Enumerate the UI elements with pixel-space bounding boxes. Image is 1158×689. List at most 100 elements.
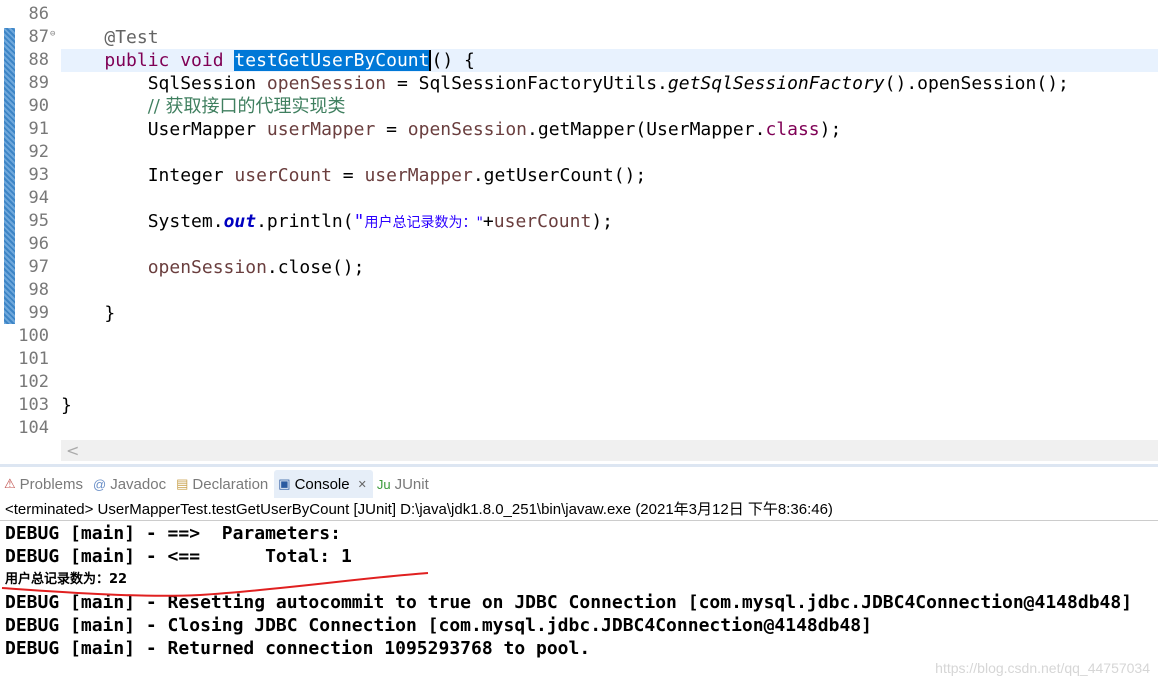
- console-header: <terminated> UserMapperTest.testGetUserB…: [5, 501, 833, 518]
- panel-divider[interactable]: [0, 464, 1158, 467]
- console-line: DEBUG [main] - <== Total: 1: [5, 546, 352, 567]
- code-line[interactable]: [61, 348, 1158, 371]
- code-token: userCount: [234, 165, 332, 186]
- code-line[interactable]: [61, 141, 1158, 164]
- tab-label: Problems: [19, 475, 84, 493]
- code-token: = SqlSessionFactoryUtils.: [386, 73, 668, 94]
- code-line[interactable]: // 获取接口的代理实现类: [61, 95, 1158, 118]
- code-token: +: [482, 211, 494, 232]
- line-number: 86: [28, 4, 49, 24]
- code-token: // 获取接口的代理实现类: [147, 96, 346, 117]
- red-underline-annotation: [1, 572, 429, 597]
- console-line: DEBUG [main] - Returned connection 10952…: [5, 638, 591, 659]
- tab-declaration[interactable]: ▤ Declaration: [172, 470, 274, 498]
- code-line[interactable]: [61, 187, 1158, 210]
- code-token: userMapper: [266, 119, 376, 140]
- tab-label: Declaration: [192, 475, 269, 493]
- code-line[interactable]: openSession.close();: [61, 256, 1158, 279]
- code-line[interactable]: UserMapper userMapper = openSession.getM…: [61, 118, 1158, 141]
- code-line[interactable]: [61, 417, 1158, 440]
- console-header-divider: [0, 520, 1158, 521]
- line-number: 88: [28, 50, 49, 70]
- code-token: openSession: [266, 73, 387, 94]
- code-token: userMapper: [364, 165, 473, 186]
- tab-label: Console: [294, 475, 350, 493]
- code-token: =: [375, 119, 408, 140]
- line-number: 104: [18, 418, 49, 438]
- code-token: );: [819, 119, 842, 140]
- code-token: SqlSession: [61, 73, 267, 94]
- code-token: =: [331, 165, 365, 186]
- line-number: 97: [28, 257, 49, 277]
- code-line[interactable]: }: [61, 394, 1158, 417]
- code-line[interactable]: @Test: [61, 26, 1158, 49]
- code-token: );: [591, 211, 613, 232]
- code-token: getSqlSessionFactory: [667, 73, 885, 94]
- code-token: 用户总记录数为：": [364, 215, 483, 231]
- line-number: 89: [28, 73, 49, 93]
- code-token: .getMapper(UserMapper.: [527, 119, 766, 140]
- fold-toggle-icon[interactable]: ⊖: [50, 29, 55, 39]
- at-icon: @: [93, 476, 107, 492]
- code-token: openSession: [147, 257, 267, 278]
- code-token: Integer: [61, 165, 235, 186]
- tab-label: JUnit: [394, 475, 429, 493]
- code-editor[interactable]: 86 87 ⊖ @Test 88 public void testGetUserByC…: [0, 0, 1158, 440]
- code-token: .getUserCount();: [472, 165, 647, 186]
- code-line[interactable]: [61, 279, 1158, 302]
- console-icon: ▣: [278, 476, 291, 491]
- code-line[interactable]: SqlSession openSession = SqlSessionFacto…: [61, 72, 1158, 95]
- code-line[interactable]: [61, 325, 1158, 348]
- tab-problems[interactable]: ⚠ Problems: [0, 470, 89, 498]
- close-icon[interactable]: ✕: [358, 478, 367, 491]
- line-number: 87: [28, 27, 49, 47]
- horizontal-scrollbar[interactable]: <: [61, 440, 1158, 461]
- code-token: () {: [431, 50, 475, 71]
- tab-javadoc[interactable]: @ Javadoc: [89, 470, 172, 498]
- problems-icon: ⚠: [4, 476, 16, 491]
- code-line[interactable]: [61, 233, 1158, 256]
- scroll-left-icon[interactable]: <: [66, 441, 79, 460]
- line-number: 100: [18, 326, 49, 346]
- tab-console[interactable]: ▣ Console ✕: [274, 470, 373, 498]
- line-number: 98: [28, 280, 49, 300]
- code-token: .println(: [256, 211, 354, 232]
- code-token: openSession: [407, 119, 528, 140]
- code-line[interactable]: }: [61, 302, 1158, 325]
- declaration-icon: ▤: [176, 476, 189, 491]
- code-line[interactable]: public void testGetUserByCount() {: [61, 49, 1158, 72]
- code-line[interactable]: [61, 3, 1158, 26]
- code-token: UserMapper: [61, 119, 267, 140]
- code-token: System.: [61, 211, 224, 232]
- code-token: public void: [104, 50, 235, 71]
- line-number: 99: [28, 303, 49, 323]
- code-line[interactable]: [61, 371, 1158, 394]
- line-number: 92: [28, 142, 49, 162]
- line-number: 93: [28, 165, 49, 185]
- tab-label: Javadoc: [110, 475, 167, 493]
- code-token: ": [353, 211, 365, 232]
- code-token: class: [765, 119, 820, 140]
- code-line[interactable]: Integer userCount = userMapper.getUserCo…: [61, 164, 1158, 187]
- line-number: 101: [18, 349, 49, 369]
- code-token: }: [61, 395, 72, 416]
- line-number: 102: [18, 372, 49, 392]
- view-tabs: ⚠ Problems @ Javadoc ▤ Declaration ▣ Console ✕ Ju…: [0, 470, 1158, 498]
- code-token: @Test: [104, 27, 159, 48]
- code-token: ().openSession();: [884, 73, 1069, 94]
- line-number: 91: [28, 119, 49, 139]
- console-line: DEBUG [main] - ==> Parameters:: [5, 523, 352, 544]
- code-token: }: [61, 303, 116, 324]
- line-number: 95: [28, 211, 49, 231]
- line-number: 90: [28, 96, 49, 116]
- line-number: 96: [28, 234, 49, 254]
- tab-junit[interactable]: Ju JUnit: [373, 470, 435, 498]
- code-line[interactable]: System.out.println("用户总记录数为："+userCount)…: [61, 210, 1158, 233]
- console-line: DEBUG [main] - Closing JDBC Connection […: [5, 615, 872, 636]
- code-token: userCount: [493, 211, 592, 232]
- selected-text: testGetUserByCount: [234, 50, 432, 71]
- line-number: 103: [18, 395, 49, 415]
